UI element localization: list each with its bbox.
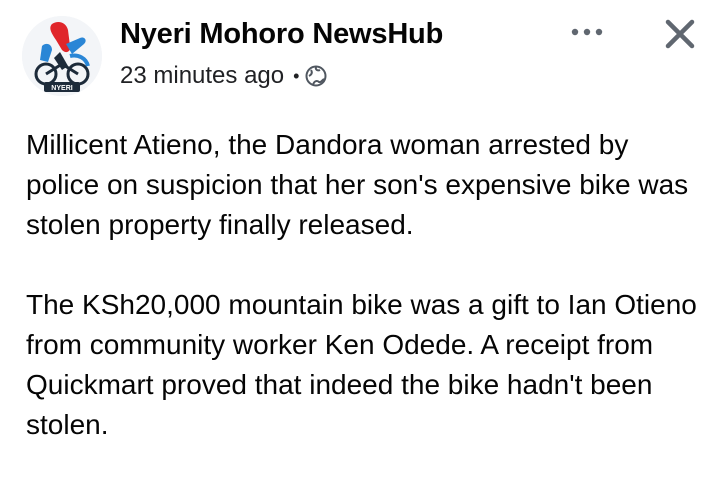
post-meta: 23 minutes ago • xyxy=(120,60,327,92)
news-post-card: NYERI Nyeri Mohoro NewsHub 23 minutes ag… xyxy=(0,0,720,482)
post-timestamp[interactable]: 23 minutes ago xyxy=(120,62,284,90)
more-options-button[interactable] xyxy=(561,14,613,50)
post-body: Millicent Atieno, the Dandora woman arre… xyxy=(26,125,706,445)
meta-separator: • xyxy=(293,66,300,86)
close-post-button[interactable] xyxy=(656,10,704,58)
page-avatar[interactable]: NYERI xyxy=(22,16,102,96)
logo-text: NYERI xyxy=(51,85,72,92)
more-horizontal-icon xyxy=(571,28,603,36)
globe-icon[interactable] xyxy=(305,65,327,87)
page-name-link[interactable]: Nyeri Mohoro NewsHub xyxy=(120,16,443,52)
post-paragraph-2: The KSh20,000 mountain bike was a gift t… xyxy=(26,289,697,440)
page-logo: NYERI xyxy=(22,16,102,96)
close-icon xyxy=(665,19,695,49)
post-paragraph-1: Millicent Atieno, the Dandora woman arre… xyxy=(26,129,689,240)
